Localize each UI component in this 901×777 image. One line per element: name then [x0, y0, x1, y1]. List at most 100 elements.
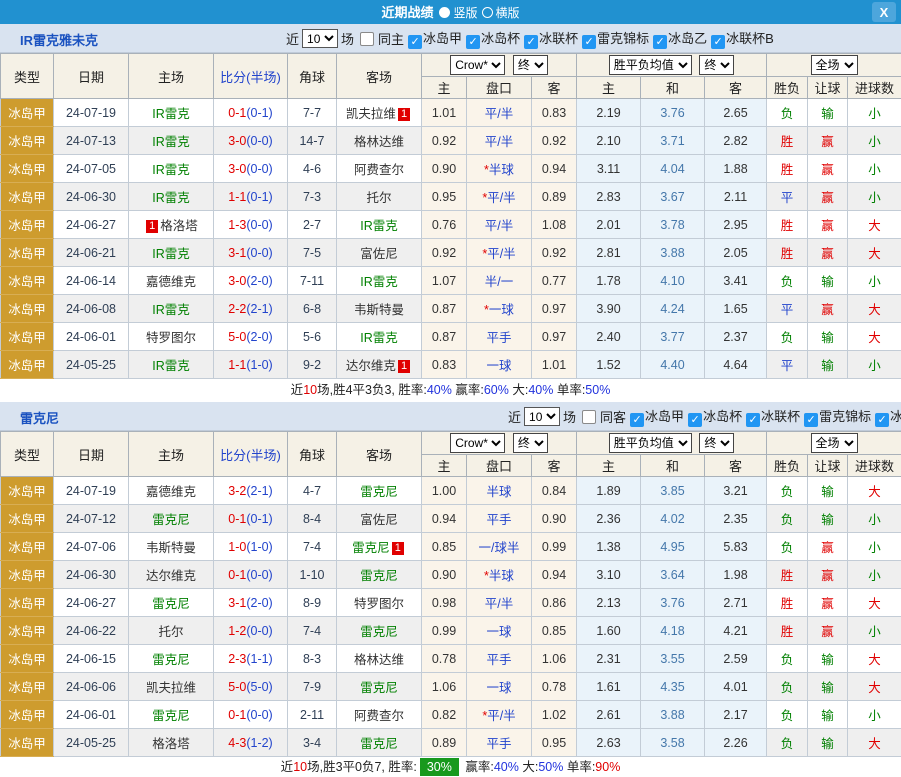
- match-row: 冰岛甲24-06-21IR雷克3-1(0-0)7-5富佐尼0.92*平/半0.9…: [1, 239, 901, 267]
- summary-single-pct: 90%: [595, 760, 620, 774]
- league-checkbox[interactable]: ✓: [653, 35, 667, 49]
- cell-corner: 7-3: [288, 183, 337, 211]
- cell-ah-away: 0.95: [532, 729, 577, 757]
- cell-handicap: 一球: [467, 351, 532, 379]
- league-label[interactable]: 冰联杯: [539, 31, 578, 46]
- cell-eu-draw: 4.24: [641, 295, 705, 323]
- europe-type-select[interactable]: 胜平负均值: [609, 433, 692, 453]
- cell-date: 24-06-30: [54, 561, 129, 589]
- league-checkbox[interactable]: ✓: [875, 413, 889, 427]
- league-checkbox[interactable]: ✓: [408, 35, 422, 49]
- radio-selected-icon[interactable]: [439, 7, 450, 18]
- cell-handicap: *半球: [467, 561, 532, 589]
- cell-score: 3-0(0-0): [214, 127, 288, 155]
- league-label[interactable]: 冰联杯: [761, 409, 800, 424]
- league-label[interactable]: 雷克锦标: [819, 409, 871, 424]
- match-row: 冰岛甲24-06-01雷克尼0-1(0-0)2-11阿费查尔0.82*平/半1.…: [1, 701, 901, 729]
- cell-result: 负: [767, 505, 808, 533]
- league-label[interactable]: 冰岛杯: [481, 31, 520, 46]
- cell-handicap: 平/半: [467, 99, 532, 127]
- cell-ah-home: 0.92: [422, 239, 467, 267]
- scope-select[interactable]: 全场: [811, 55, 858, 75]
- league-checkbox[interactable]: ✓: [466, 35, 480, 49]
- cell-result: 负: [767, 99, 808, 127]
- league-label[interactable]: 冰岛杯: [703, 409, 742, 424]
- cell-corner: 14-7: [288, 127, 337, 155]
- cell-handicap: *半球: [467, 155, 532, 183]
- cell-goals: 大: [848, 645, 901, 673]
- league-label[interactable]: 雷克锦标: [597, 31, 649, 46]
- same-home-checkbox[interactable]: [360, 32, 374, 46]
- company-select[interactable]: Crow*: [450, 55, 505, 75]
- europe-stage-select[interactable]: 终: [699, 55, 734, 75]
- league-label[interactable]: 冰联杯B: [726, 31, 774, 46]
- cell-eu-home: 2.10: [577, 127, 641, 155]
- cell-date: 24-05-25: [54, 351, 129, 379]
- league-label[interactable]: 冰岛甲: [645, 409, 684, 424]
- league-filter-item: ✓冰岛乙: [653, 31, 707, 46]
- cell-away-team: 雷克尼: [337, 561, 422, 589]
- recent-count-select[interactable]: 10: [302, 29, 338, 48]
- cell-ah-home: 0.87: [422, 323, 467, 351]
- cell-league-type: 冰岛甲: [1, 183, 54, 211]
- cell-date: 24-06-15: [54, 645, 129, 673]
- league-checkbox[interactable]: ✓: [524, 35, 538, 49]
- cell-result: 负: [767, 701, 808, 729]
- cell-handicap: 平/半: [467, 127, 532, 155]
- matches-table-1: 类型 日期 主场 比分(半场) 角球 客场 Crow* 终 胜平负均值 终: [0, 53, 901, 379]
- asian-stage-select[interactable]: 终: [513, 55, 548, 75]
- asian-stage-select[interactable]: 终: [513, 433, 548, 453]
- league-checkbox[interactable]: ✓: [582, 35, 596, 49]
- cell-result: 胜: [767, 589, 808, 617]
- title-group: 近期战绩竖版横版: [381, 2, 519, 22]
- league-label[interactable]: 冰岛乙: [668, 31, 707, 46]
- cell-home-team: 嘉德维克: [129, 267, 214, 295]
- radio-vertical-label[interactable]: 竖版: [453, 6, 477, 20]
- league-checkbox[interactable]: ✓: [688, 413, 702, 427]
- europe-type-select[interactable]: 胜平负均值: [609, 55, 692, 75]
- summary-win-label: 赢率:: [452, 383, 484, 397]
- cell-corner: 7-7: [288, 99, 337, 127]
- cell-eu-away: 1.65: [705, 295, 767, 323]
- team2-summary: 近10场,胜3平0负7, 胜率:30% 赢率:40% 大:50% 单率:90%: [0, 757, 901, 777]
- col-corner: 角球: [288, 432, 337, 477]
- match-row: 冰岛甲24-06-22托尔1-2(0-0)7-4雷克尼0.99一球0.851.6…: [1, 617, 901, 645]
- cell-handicap: 平手: [467, 729, 532, 757]
- cell-ah-home: 0.82: [422, 701, 467, 729]
- same-home-label[interactable]: 同主: [378, 29, 404, 48]
- same-away-label[interactable]: 同客: [600, 407, 626, 426]
- league-checkbox[interactable]: ✓: [711, 35, 725, 49]
- col-eu-home: 主: [577, 77, 641, 99]
- cell-eu-draw: 4.35: [641, 673, 705, 701]
- same-away-checkbox[interactable]: [582, 410, 596, 424]
- cell-score: 2-3(1-1): [214, 645, 288, 673]
- cell-corner: 3-4: [288, 729, 337, 757]
- scope-select[interactable]: 全场: [811, 433, 858, 453]
- recent-count-select[interactable]: 10: [524, 407, 560, 426]
- cell-handicap: 平手: [467, 505, 532, 533]
- summary-big-label: 大:: [519, 760, 538, 774]
- team1-filters: 近 10 场 同主 ✓冰岛甲✓冰岛杯✓冰联杯✓雷克锦标✓冰岛乙✓冰联杯B: [286, 28, 774, 49]
- cell-result: 负: [767, 673, 808, 701]
- match-row: 冰岛甲24-05-25IR雷克1-1(1-0)9-2达尔维克10.83一球1.0…: [1, 351, 901, 379]
- cell-ah-away: 1.01: [532, 351, 577, 379]
- close-button[interactable]: X: [872, 2, 896, 22]
- league-checkbox[interactable]: ✓: [804, 413, 818, 427]
- cell-date: 24-07-12: [54, 505, 129, 533]
- cell-eu-away: 4.21: [705, 617, 767, 645]
- cell-ah-home: 0.90: [422, 155, 467, 183]
- cell-ah-home: 1.00: [422, 477, 467, 505]
- summary-win-rate: 40%: [427, 383, 452, 397]
- summary-near: 近: [281, 760, 294, 774]
- radio-unselected-icon[interactable]: [482, 7, 493, 18]
- europe-stage-select[interactable]: 终: [699, 433, 734, 453]
- company-select[interactable]: Crow*: [450, 433, 505, 453]
- league-label[interactable]: 冰岛超: [890, 409, 901, 424]
- radio-horizontal-label[interactable]: 横版: [496, 6, 520, 20]
- league-label[interactable]: 冰岛甲: [423, 31, 462, 46]
- cell-eu-draw: 3.88: [641, 701, 705, 729]
- summary-big-label: 大:: [509, 383, 528, 397]
- league-checkbox[interactable]: ✓: [630, 413, 644, 427]
- cell-eu-draw: 3.67: [641, 183, 705, 211]
- league-checkbox[interactable]: ✓: [746, 413, 760, 427]
